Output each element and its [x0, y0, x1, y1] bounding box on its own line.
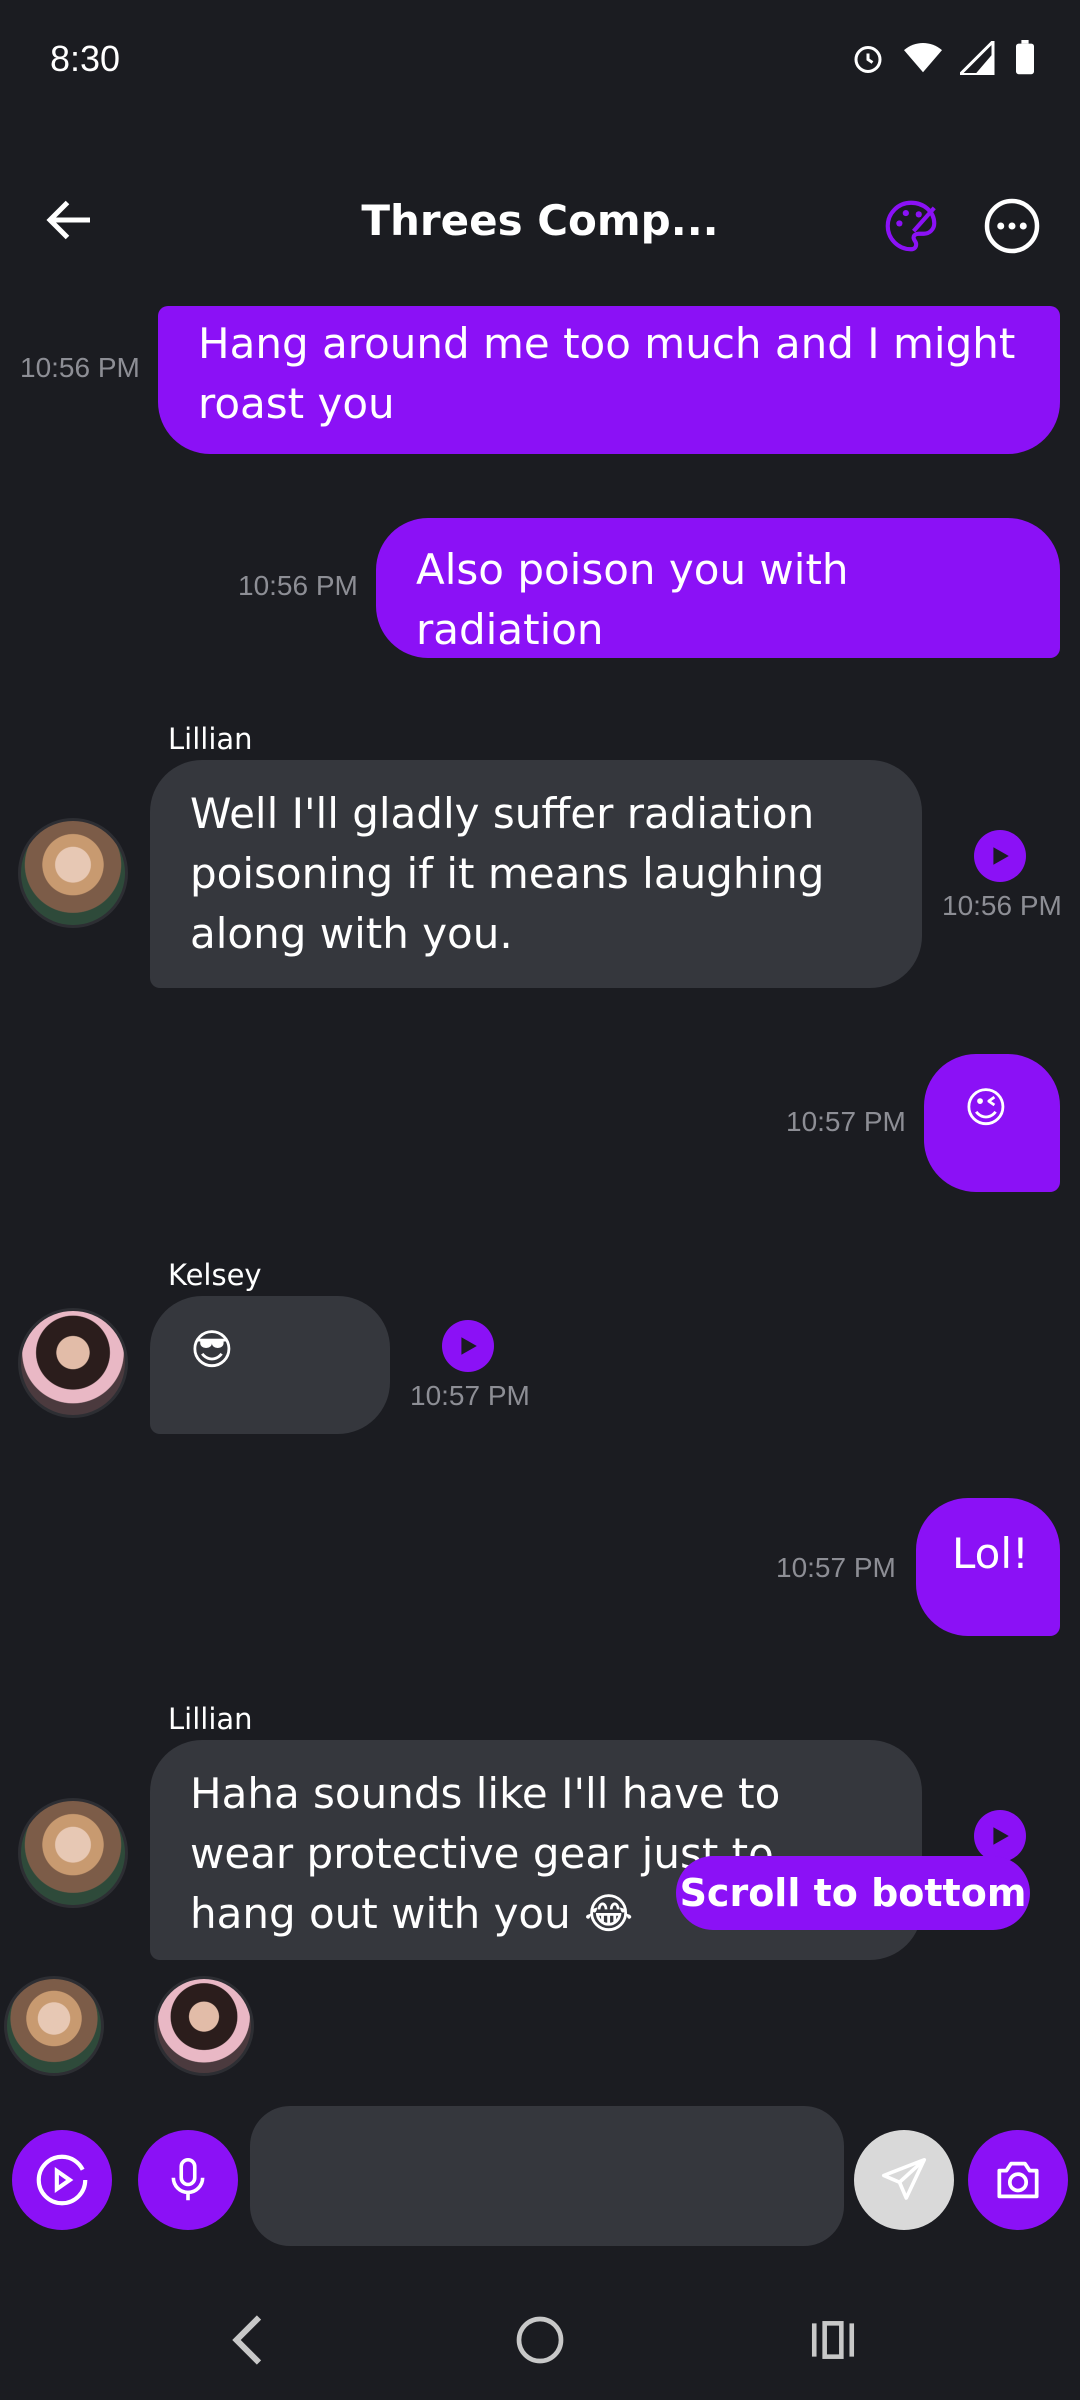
play-circle-icon: [36, 2154, 88, 2206]
camera-button[interactable]: [968, 2130, 1068, 2230]
alarm-icon: [854, 46, 882, 73]
play-icon: [993, 847, 1009, 865]
avatar[interactable]: [18, 818, 128, 928]
outgoing-message[interactable]: Hang around me too much and I might roas…: [158, 306, 1060, 454]
more-icon: [984, 198, 1040, 254]
wifi-icon: [904, 42, 942, 73]
message-time: 10:57 PM: [410, 1380, 530, 1411]
voice-button[interactable]: [138, 2130, 238, 2230]
nav-home-button[interactable]: [512, 2310, 568, 2374]
message-time: 10:56 PM: [238, 570, 358, 601]
play-audio-button[interactable]: [442, 1320, 494, 1372]
video-button[interactable]: [12, 2130, 112, 2230]
sender-name: Lillian: [168, 1702, 253, 1736]
back-button[interactable]: [40, 190, 100, 250]
battery-icon: [1016, 40, 1034, 75]
chevron-left-icon: [232, 2315, 262, 2365]
send-button[interactable]: [854, 2130, 954, 2230]
play-audio-button[interactable]: [974, 830, 1026, 882]
nav-back-button[interactable]: [224, 2310, 274, 2374]
avatar[interactable]: [18, 1798, 128, 1908]
signal-icon: [960, 41, 995, 75]
message-time: 10:56 PM: [942, 890, 1062, 921]
camera-icon: [997, 2161, 1039, 2199]
message-time: 10:57 PM: [786, 1106, 906, 1137]
message-input[interactable]: [250, 2106, 844, 2246]
message-time: 10:56 PM: [20, 352, 140, 383]
outgoing-message[interactable]: 😉: [924, 1054, 1060, 1192]
more-options-button[interactable]: [982, 196, 1042, 256]
avatar[interactable]: [18, 1308, 128, 1418]
message-time: 10:57 PM: [776, 1552, 896, 1583]
play-icon: [993, 1827, 1009, 1845]
sender-name: Lillian: [168, 722, 253, 756]
page-title: Threes Comp...: [361, 196, 719, 245]
microphone-icon: [171, 2157, 205, 2201]
sender-name: Kelsey: [168, 1258, 262, 1292]
send-icon: [881, 2157, 927, 2200]
incoming-message[interactable]: 😎: [150, 1296, 390, 1434]
outgoing-message[interactable]: Lol!: [916, 1498, 1060, 1636]
palette-icon: [885, 200, 937, 252]
status-icons: [850, 40, 1036, 76]
recents-icon: [811, 2321, 855, 2359]
participant-avatar[interactable]: [154, 1976, 254, 2076]
incoming-message[interactable]: Well I'll gladly suffer radiation poison…: [150, 760, 922, 988]
outgoing-message[interactable]: Also poison you with radiation: [376, 518, 1060, 658]
participant-avatar[interactable]: [4, 1976, 104, 2076]
status-time: 8:30: [50, 38, 121, 79]
play-icon: [461, 1337, 477, 1355]
play-audio-button[interactable]: [974, 1810, 1026, 1862]
arrow-left-icon: [46, 200, 90, 240]
theme-button[interactable]: [880, 195, 942, 257]
scroll-to-bottom-button[interactable]: Scroll to bottom: [676, 1856, 1030, 1930]
home-circle-icon: [516, 2316, 564, 2364]
nav-recents-button[interactable]: [808, 2310, 858, 2374]
